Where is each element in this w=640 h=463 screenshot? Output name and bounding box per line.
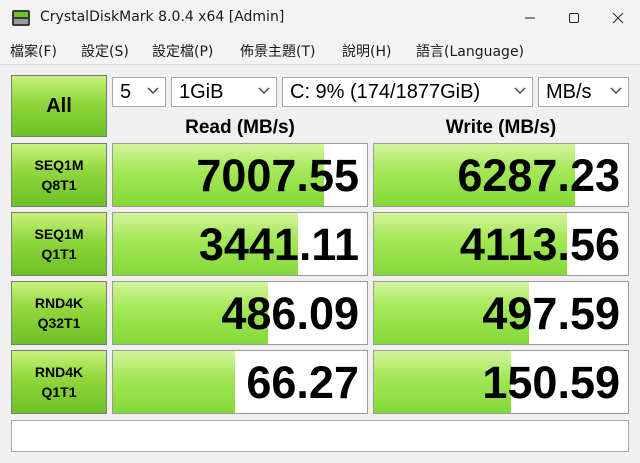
maximize-icon: [569, 13, 579, 23]
count-value: 5: [120, 81, 132, 103]
unit-value: MB/s: [546, 81, 592, 103]
size-value: 1GiB: [179, 81, 224, 103]
test-button-seq1m-q8t1[interactable]: SEQ1M Q8T1: [11, 143, 107, 207]
comment-input[interactable]: [11, 420, 629, 452]
read-result-value: 7007.55: [196, 150, 359, 201]
menu-file[interactable]: 檔案(F): [10, 41, 57, 61]
read-result-value: 3441.11: [198, 219, 359, 270]
test-button-seq1m-q1t1[interactable]: SEQ1M Q1T1: [11, 212, 107, 276]
write-result-cell: 6287.23: [373, 143, 629, 207]
drive-select[interactable]: C: 9% (174/1877GiB): [282, 77, 533, 107]
unit-select[interactable]: MB/s: [538, 77, 629, 107]
app-disk-icon: [12, 10, 30, 26]
chevron-down-icon: [514, 87, 526, 94]
maximize-button[interactable]: [552, 0, 596, 36]
read-result-cell: 3441.11: [112, 212, 368, 276]
read-progress-bar: [113, 351, 235, 413]
menu-profile[interactable]: 設定檔(P): [152, 41, 213, 61]
read-result-cell: 66.27: [112, 350, 368, 414]
write-result-value: 150.59: [482, 357, 620, 408]
test-params: Q8T1: [41, 177, 77, 193]
count-select[interactable]: 5: [112, 77, 166, 107]
test-name: RND4K: [34, 295, 84, 311]
window-title: CrystalDiskMark 8.0.4 x64 [Admin]: [40, 9, 285, 25]
chevron-down-icon: [610, 87, 622, 94]
drive-value: C: 9% (174/1877GiB): [290, 81, 481, 103]
menu-theme[interactable]: 佈景主題(T): [240, 41, 315, 61]
minimize-icon: [525, 17, 535, 19]
read-result-value: 486.09: [221, 288, 359, 339]
menu-bar: 檔案(F) 設定(S) 設定檔(P) 佈景主題(T) 說明(H) 語言(Lang…: [0, 36, 640, 65]
menu-language[interactable]: 語言(Language): [416, 41, 524, 61]
title-bar: CrystalDiskMark 8.0.4 x64 [Admin]: [0, 0, 640, 36]
test-params: Q1T1: [41, 246, 77, 262]
size-select[interactable]: 1GiB: [171, 77, 277, 107]
test-button-rnd4k-q32t1[interactable]: RND4K Q32T1: [11, 281, 107, 345]
chevron-down-icon: [147, 87, 159, 94]
minimize-button[interactable]: [508, 0, 552, 36]
menu-settings[interactable]: 設定(S): [81, 41, 129, 61]
menu-help[interactable]: 說明(H): [342, 41, 391, 61]
write-result-value: 4113.56: [459, 219, 620, 270]
read-column-header: Read (MB/s): [185, 117, 295, 138]
write-result-cell: 150.59: [373, 350, 629, 414]
test-button-rnd4k-q1t1[interactable]: RND4K Q1T1: [11, 350, 107, 414]
close-button[interactable]: [596, 0, 640, 36]
write-result-cell: 497.59: [373, 281, 629, 345]
test-params: Q1T1: [41, 384, 77, 400]
test-name: SEQ1M: [34, 157, 84, 173]
test-name: SEQ1M: [34, 226, 84, 242]
test-name: RND4K: [34, 364, 84, 380]
write-result-cell: 4113.56: [373, 212, 629, 276]
all-button[interactable]: All: [11, 75, 107, 137]
write-result-value: 6287.23: [457, 150, 620, 201]
close-icon: [612, 12, 624, 24]
all-button-label: All: [46, 94, 72, 117]
read-result-cell: 486.09: [112, 281, 368, 345]
test-params: Q32T1: [37, 315, 81, 331]
read-result-value: 66.27: [246, 357, 359, 408]
main-panel: All 5 1GiB C: 9% (174/1877GiB) MB/s Read…: [0, 65, 640, 463]
write-column-header: Write (MB/s): [445, 117, 557, 138]
write-result-value: 497.59: [482, 288, 620, 339]
read-result-cell: 7007.55: [112, 143, 368, 207]
chevron-down-icon: [258, 87, 270, 94]
